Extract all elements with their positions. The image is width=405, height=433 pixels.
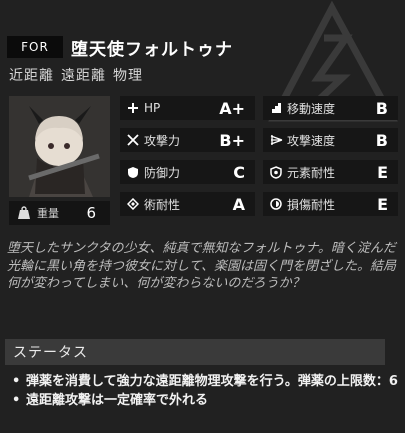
- stat-label: 攻撃速度: [287, 133, 336, 148]
- crossed-swords-icon: [122, 134, 144, 146]
- stat-attack: 攻撃力 B+: [120, 128, 255, 152]
- tag-melee: 近距離: [9, 68, 54, 84]
- stat-value: C: [233, 162, 245, 182]
- for-badge: FOR: [7, 36, 63, 58]
- list-item: • 弾薬を消費して強力な遠距離物理攻撃を行う。弾薬の上限数：6: [12, 374, 398, 389]
- element-shield-icon: [265, 165, 287, 179]
- stairs-icon: [265, 102, 287, 114]
- stat-value: B: [375, 130, 388, 150]
- weight-icon: [18, 206, 30, 219]
- stat-value: B: [375, 98, 388, 118]
- status-bullet-list: • 弾薬を消費して強力な遠距離物理攻撃を行う。弾薬の上限数：6 • 遠距離攻撃は一定…: [12, 372, 398, 410]
- status-section-header: ステータス: [5, 339, 385, 365]
- stat-label: 移動速度: [287, 101, 336, 116]
- stat-value: A+: [219, 98, 245, 118]
- unit-portrait: [9, 96, 110, 197]
- status-section-title: ステータス: [13, 345, 88, 361]
- list-item: • 遠距離攻撃は一定確率で外れる: [12, 393, 209, 408]
- tag-physical: 物理: [113, 68, 143, 84]
- unit-description: 堕天したサンクタの少女、純真で無知なフォルトゥナ。暗く淀んだ光輪に黒い角を持つ彼…: [7, 241, 396, 291]
- stat-arts-resist: 術耐性 A: [120, 192, 255, 216]
- stat-value: A: [232, 194, 245, 214]
- unit-name: 堕天使フォルトゥナ: [71, 39, 233, 60]
- diamond-icon: [122, 198, 144, 210]
- stat-label: 損傷耐性: [287, 197, 336, 212]
- weight-value: 6: [86, 204, 96, 222]
- stat-label: 防御力: [144, 165, 181, 180]
- plus-icon: [122, 102, 144, 114]
- stat-label: 元素耐性: [287, 165, 336, 180]
- stat-value: E: [377, 194, 388, 214]
- stat-element-resist: 元素耐性 E: [263, 160, 398, 184]
- stat-value: B+: [219, 130, 245, 150]
- stat-defense: 防御力 C: [120, 160, 255, 184]
- bullet-text: 遠距離攻撃は一定確率で外れる: [26, 393, 209, 408]
- stat-damage-resist: 損傷耐性 E: [263, 192, 398, 216]
- stat-label: 術耐性: [144, 197, 181, 212]
- stat-hp: HP A+: [120, 96, 255, 120]
- stat-value: E: [377, 162, 388, 182]
- stat-label: HP: [144, 101, 161, 115]
- swirl-icon: [265, 198, 287, 210]
- weight-label: 重量: [37, 207, 59, 220]
- weight-panel: 重量 6: [9, 201, 110, 225]
- stat-attack-speed: 攻撃速度 B: [263, 128, 398, 152]
- tag-ranged: 遠距離: [61, 68, 106, 84]
- stat-label: 攻撃力: [144, 133, 181, 148]
- shield-icon: [122, 166, 144, 179]
- bullet-text: 弾薬を消費して強力な遠距離物理攻撃を行う。弾薬の上限数：6: [26, 374, 398, 389]
- stat-move-speed: 移動速度 B: [263, 96, 398, 120]
- speed-lines-icon: [265, 134, 287, 146]
